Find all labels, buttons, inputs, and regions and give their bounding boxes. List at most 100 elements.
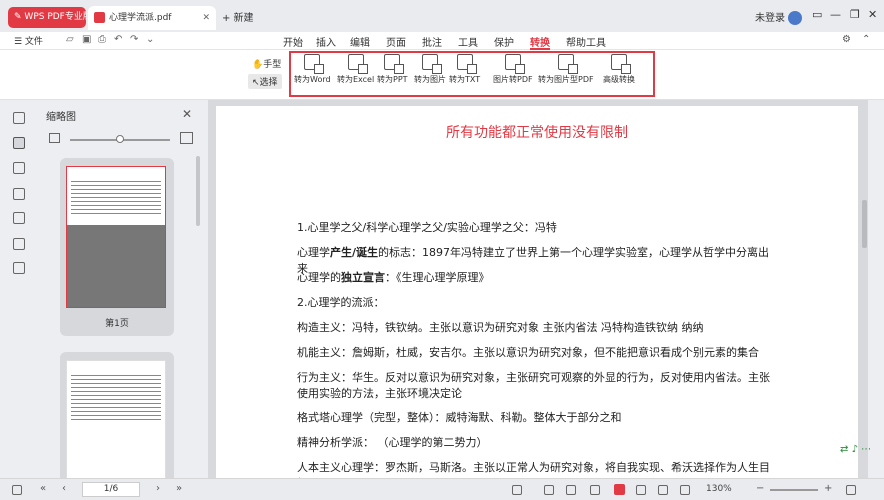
document-scrollbar[interactable] — [862, 200, 867, 248]
tab-edit[interactable]: 编辑 — [350, 34, 370, 49]
thumbnail-scrollbar[interactable] — [196, 156, 200, 226]
undo-icon[interactable]: ↶ — [114, 34, 122, 45]
fit-page-icon[interactable] — [658, 485, 668, 495]
close-panel-icon[interactable]: ✕ — [182, 107, 192, 121]
tab-protect[interactable]: 保护 — [494, 34, 514, 49]
print-icon[interactable]: ⎙ — [98, 34, 106, 45]
to-word-button[interactable]: 转为Word — [294, 54, 331, 85]
first-page-icon[interactable]: « — [40, 483, 46, 494]
document-title: 所有功能都正常使用没有限制 — [446, 125, 628, 141]
maximize-icon[interactable]: ❐ — [850, 8, 860, 21]
bookmark-icon[interactable] — [13, 112, 25, 124]
settings-icon[interactable]: ⚙ — [842, 34, 851, 45]
hand-tool-button[interactable]: ✋手型 — [252, 57, 281, 70]
doc-paragraph: 人本主义心理学：罗杰斯，马斯洛。主张以正常人为研究对象，将自我实现、希沃选择作为… — [297, 461, 770, 478]
view-mode-icon[interactable] — [512, 485, 522, 495]
select-tool-button[interactable]: ↖选择 — [248, 74, 282, 89]
zoom-slider[interactable] — [770, 489, 818, 491]
to-image-pdf-button[interactable]: 转为图片型PDF — [538, 54, 594, 85]
rotate-icon[interactable] — [680, 485, 690, 495]
continuous-icon[interactable] — [590, 485, 600, 495]
thumbnail-page-1-label: 第1页 — [105, 319, 129, 329]
tab-insert[interactable]: 插入 — [316, 34, 336, 49]
close-tab-icon[interactable]: ✕ — [202, 6, 210, 30]
avatar — [788, 11, 802, 25]
zoom-out-icon[interactable]: − — [756, 483, 764, 494]
audio-icon[interactable]: ♪ — [852, 444, 858, 455]
signature-icon[interactable] — [13, 212, 25, 224]
title-bar: ✎ WPS PDF专业版 心理学流派.pdf ✕ + 新建 未登录 ▭ — ❐ … — [0, 0, 884, 32]
doc-paragraph: 构造主义：冯特，铁钦纳。主张以意识为研究对象 主张内省法 冯特构造铁钦纳 纳纳 — [297, 321, 704, 334]
zoom-level[interactable]: 130% — [706, 484, 732, 494]
sidebar-toggle-icon[interactable] — [12, 485, 22, 495]
app-tab[interactable]: ✎ WPS PDF专业版 — [8, 7, 86, 28]
tab-help-tools[interactable]: 帮助工具 — [566, 34, 606, 49]
zoom-in-icon[interactable]: + — [824, 483, 832, 494]
last-page-icon[interactable]: » — [176, 483, 182, 494]
layout-icon[interactable]: ▭ — [812, 8, 822, 21]
tab-convert[interactable]: 转换 — [530, 34, 550, 50]
page-number-input[interactable]: 1/6 — [82, 482, 140, 497]
doc-paragraph: 2.心理学的流派： — [297, 296, 385, 309]
play-icon[interactable] — [614, 484, 625, 495]
excel-convert-icon — [347, 54, 368, 74]
save-icon[interactable]: ▣ — [82, 34, 91, 45]
double-page-icon[interactable] — [566, 485, 576, 495]
login-label: 未登录 — [755, 13, 785, 24]
to-word-label: 转为Word — [294, 75, 331, 84]
layers-icon[interactable] — [13, 262, 25, 274]
tab-start[interactable]: 开始 — [283, 34, 303, 49]
comment-icon[interactable] — [13, 162, 25, 174]
fit-width-icon[interactable] — [636, 485, 646, 495]
collapse-icon[interactable]: ⌃ — [862, 34, 870, 45]
thumbnail-icon[interactable] — [13, 137, 25, 149]
small-thumb-icon[interactable] — [49, 133, 60, 143]
doc-paragraph: 行为主义：华生。反对以意识为研究对象，主张研究可观察的外显的行为，反对使用内省法… — [297, 371, 770, 400]
tab-page[interactable]: 页面 — [386, 34, 406, 49]
translate-icon[interactable]: ⇄ — [840, 444, 848, 455]
to-image-label: 转为图片 — [414, 75, 446, 84]
thumbnail-size-slider[interactable] — [70, 135, 170, 143]
thumbnail-page-1-image — [66, 166, 166, 308]
tab-annotate[interactable]: 批注 — [422, 34, 442, 49]
thumbnail-panel-title: 缩略图 — [46, 112, 76, 123]
redo-icon[interactable]: ↷ — [130, 34, 138, 45]
thumbnail-page-2[interactable] — [60, 352, 174, 500]
image-to-pdf-icon — [504, 54, 525, 74]
document-viewport[interactable]: 所有功能都正常使用没有限制 1.心里学之父/科学心理学之父/实验心理学之父：冯特… — [208, 100, 868, 478]
fullscreen-icon[interactable] — [846, 485, 856, 495]
dropdown-icon[interactable]: ⌄ — [146, 34, 154, 45]
more-icon[interactable]: ⋯ — [861, 444, 871, 455]
to-txt-button[interactable]: 转为TXT — [449, 54, 480, 85]
file-menu[interactable]: ☰ 文件 — [14, 34, 43, 47]
advanced-convert-icon — [611, 54, 631, 74]
next-page-icon[interactable]: › — [156, 483, 160, 494]
prev-page-icon[interactable]: ‹ — [62, 483, 66, 494]
to-excel-button[interactable]: 转为Excel — [337, 54, 374, 85]
to-txt-label: 转为TXT — [449, 75, 481, 84]
document-tab[interactable]: 心理学流派.pdf ✕ — [88, 6, 216, 30]
minimize-icon[interactable]: — — [830, 8, 841, 21]
slider-handle[interactable] — [116, 135, 124, 143]
floating-tools[interactable]: ⇄ ♪ ⋯ — [840, 444, 871, 455]
image-to-pdf-button[interactable]: 图片转PDF — [493, 54, 533, 85]
thumbnail-page-1[interactable]: 第1页 — [60, 158, 174, 336]
tab-tools[interactable]: 工具 — [458, 34, 478, 49]
close-window-icon[interactable]: ✕ — [868, 8, 877, 21]
to-image-pdf-label: 转为图片型PDF — [538, 75, 594, 84]
single-page-icon[interactable] — [544, 485, 554, 495]
form-icon[interactable] — [13, 238, 25, 250]
thumbnail-panel: 缩略图 ✕ 第1页 — [36, 100, 208, 500]
new-tab-button[interactable]: + 新建 — [222, 9, 254, 24]
word-convert-icon — [304, 54, 325, 74]
doc-paragraph: 机能主义：詹姆斯，杜威，安吉尔。主张以意识为研究对象，但不能把意识看成个别元素的… — [297, 346, 759, 359]
open-icon[interactable]: ▱ — [66, 34, 74, 45]
login-button[interactable]: 未登录 — [755, 9, 802, 25]
hand-icon: ✋ — [252, 60, 264, 70]
large-thumb-icon[interactable] — [180, 132, 193, 144]
to-image-button[interactable]: 转为图片 — [414, 54, 446, 85]
to-ppt-button[interactable]: 转为PPT — [377, 54, 408, 85]
attachment-icon[interactable] — [13, 188, 25, 200]
advanced-convert-button[interactable]: 高级转换 — [603, 54, 635, 85]
left-icon-rail — [0, 100, 36, 478]
